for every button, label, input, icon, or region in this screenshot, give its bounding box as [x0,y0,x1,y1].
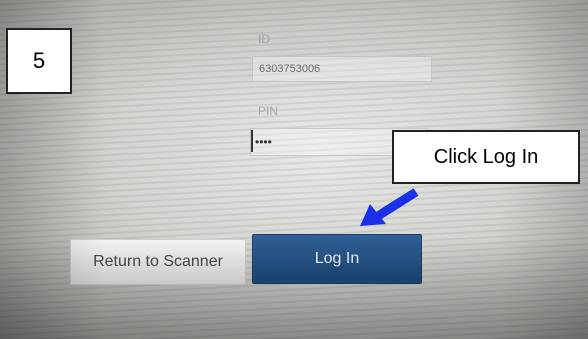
pointer-arrow-icon [360,188,419,226]
return-to-scanner-button[interactable]: Return to Scanner [70,239,246,285]
pin-label: PIN [258,104,279,118]
photo-frame: ID PIN Return to Scanner Log In 5 Click … [0,0,588,339]
id-input[interactable] [252,56,432,82]
id-label: ID [258,32,270,46]
step-number-badge: 5 [6,28,72,94]
text-cursor [251,130,253,152]
log-in-button[interactable]: Log In [252,234,422,284]
instruction-callout: Click Log In [392,130,580,184]
